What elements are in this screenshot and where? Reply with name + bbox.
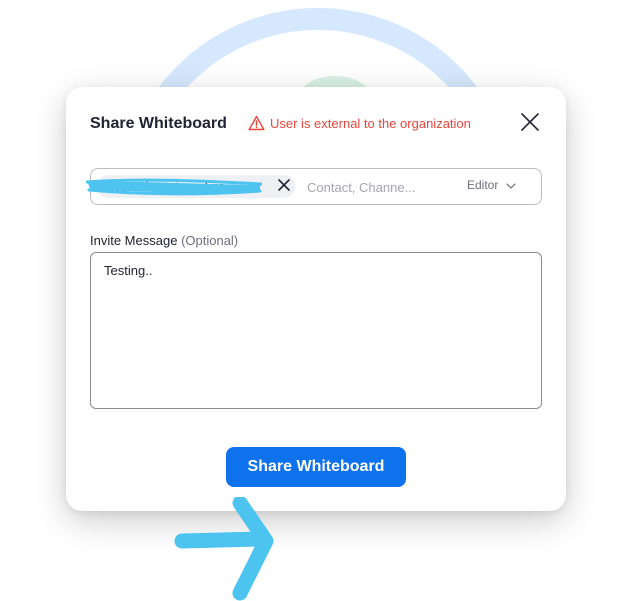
close-button[interactable] [518, 112, 542, 136]
chevron-down-icon [506, 178, 516, 192]
close-icon [278, 178, 290, 196]
invitee-chip: theteachertutoronline... [97, 175, 295, 198]
remove-invitee-button[interactable] [275, 178, 293, 196]
invite-message-label-text: Invite Message [90, 233, 178, 248]
warning-text: User is external to the organization [270, 115, 471, 131]
share-whiteboard-button[interactable]: Share Whiteboard [226, 447, 406, 487]
role-dropdown[interactable]: Editor [467, 178, 516, 192]
role-dropdown-label: Editor [467, 178, 499, 192]
warning-triangle-icon [248, 115, 265, 131]
invitee-field[interactable]: theteachertutoronline... Editor [90, 168, 542, 205]
arrow-annotation [174, 497, 274, 601]
invite-message-textarea[interactable]: Testing.. [90, 252, 542, 409]
dialog-title: Share Whiteboard [90, 115, 227, 132]
invitee-chip-label: theteachertutoronline... [103, 179, 236, 194]
optional-hint: (Optional) [181, 233, 239, 248]
contact-search-input[interactable] [307, 177, 431, 197]
external-user-warning: User is external to the organization [248, 115, 471, 131]
invite-message-label: Invite Message (Optional) [90, 233, 238, 248]
close-icon [521, 112, 539, 136]
share-whiteboard-dialog: Share Whiteboard User is external to the… [66, 87, 566, 601]
